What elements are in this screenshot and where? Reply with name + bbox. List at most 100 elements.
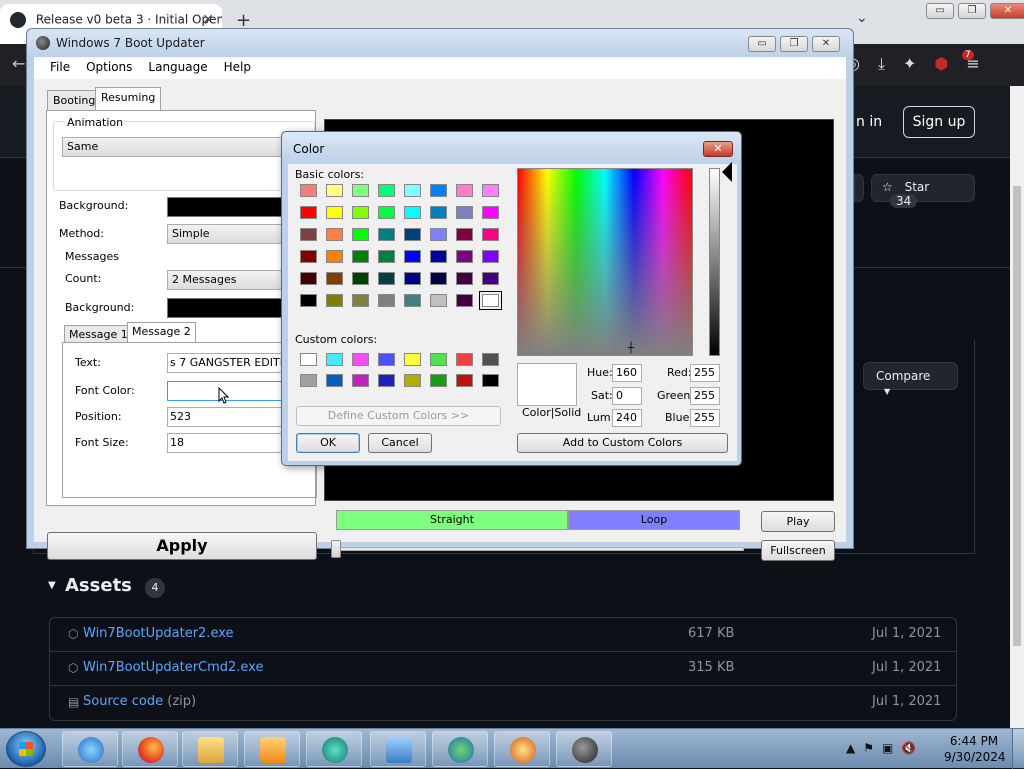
add-to-custom-colors-button[interactable]: Add to Custom Colors [517,433,728,453]
basic-color-swatch[interactable] [378,206,395,219]
app-maximize-button[interactable]: ❐ [780,36,808,52]
puzzle-icon[interactable]: ✦ [903,54,916,74]
tab-resuming[interactable]: Resuming [95,87,162,111]
basic-color-swatch[interactable] [482,228,499,241]
animation-select[interactable]: Same [62,137,316,157]
asset-link[interactable]: Win7BootUpdater2.exe [83,626,234,641]
basic-color-swatch[interactable] [430,294,447,307]
basic-color-swatch[interactable] [352,184,369,197]
custom-color-swatch[interactable] [326,374,343,387]
basic-color-swatch[interactable] [300,294,317,307]
taskbar-flame-app[interactable] [494,731,550,767]
menu-options[interactable]: Options [78,57,140,79]
apply-button[interactable]: Apply [47,532,317,560]
close-tab-icon[interactable]: ✕ [202,12,214,28]
asset-link[interactable]: Win7BootUpdaterCmd2.exe [83,660,264,675]
taskbar-downloader[interactable] [432,731,488,767]
taskbar-boot-updater[interactable] [556,731,612,767]
basic-color-swatch[interactable] [456,250,473,263]
fullscreen-button[interactable]: Fullscreen [761,540,835,561]
app-close-button[interactable]: ✕ [812,36,840,52]
basic-color-swatch[interactable] [430,206,447,219]
color-dialog-close-button[interactable]: ✕ [703,141,733,157]
app-titlebar[interactable]: Windows 7 Boot Updater ▭ ❐ ✕ [27,29,853,57]
custom-color-swatch[interactable] [378,353,395,366]
basic-color-swatch[interactable] [378,294,395,307]
menu-file[interactable]: File [42,57,78,79]
tab-booting[interactable]: Booting [47,90,102,110]
sign-in-link[interactable]: n in [856,114,882,130]
color-dialog-titlebar[interactable]: Color ✕ [282,132,741,164]
basic-color-swatch[interactable] [352,272,369,285]
basic-color-swatch[interactable] [404,206,421,219]
basic-color-swatch[interactable] [456,272,473,285]
basic-color-swatch[interactable] [378,272,395,285]
basic-color-swatch[interactable] [482,272,499,285]
basic-color-swatch[interactable] [404,294,421,307]
basic-color-swatch[interactable] [482,184,499,197]
browser-restore-button[interactable]: ❐ [958,3,986,19]
basic-color-swatch[interactable] [352,250,369,263]
basic-color-swatch[interactable] [300,184,317,197]
taskbar-app-circle[interactable] [306,731,362,767]
straight-segment[interactable]: Straight [336,510,568,530]
timeline-slider-track[interactable] [337,547,744,551]
network-icon[interactable]: ▣ [882,741,893,755]
lum-input[interactable]: 240 [612,409,642,427]
custom-color-swatch[interactable] [430,374,447,387]
back-arrow-icon[interactable]: ← [12,54,25,73]
tab-message-1[interactable]: Message 1 [64,325,133,343]
sat-input[interactable]: 0 [612,387,642,405]
star-button[interactable]: ☆ Star 34 [871,174,975,208]
custom-color-swatch[interactable] [456,353,473,366]
luminosity-slider[interactable] [709,168,720,356]
custom-color-swatch[interactable] [326,353,343,366]
start-button[interactable] [6,731,46,767]
color-spectrum[interactable] [517,168,693,356]
taskbar-clock[interactable]: 6:44 PM 9/30/2024 [944,733,1006,765]
menu-help[interactable]: Help [216,57,259,79]
action-center-flag-icon[interactable]: ⚑ [863,741,874,755]
basic-color-swatch[interactable] [326,294,343,307]
basic-color-swatch[interactable] [430,250,447,263]
custom-color-swatch[interactable] [430,353,447,366]
custom-color-swatch[interactable] [300,353,317,366]
basic-color-swatch[interactable] [482,250,499,263]
custom-color-swatch[interactable] [404,374,421,387]
custom-color-swatch[interactable] [456,374,473,387]
basic-color-swatch[interactable] [326,272,343,285]
taskbar-media-player[interactable] [244,731,300,767]
basic-color-swatch[interactable] [352,294,369,307]
custom-color-swatch[interactable] [482,374,499,387]
basic-color-swatch[interactable] [404,184,421,197]
browser-close-button[interactable]: ✕ [990,3,1024,19]
basic-color-swatch[interactable] [404,250,421,263]
basic-color-swatch[interactable] [326,228,343,241]
compare-button[interactable]: Compare ▼ [863,362,958,396]
basic-color-swatch[interactable] [300,228,317,241]
basic-color-swatch[interactable] [326,184,343,197]
volume-muted-icon[interactable]: 🔇 [901,741,916,755]
basic-color-swatch[interactable] [456,294,473,307]
basic-color-swatch[interactable] [430,272,447,285]
basic-color-swatch[interactable] [482,206,499,219]
tab-search-chevron-icon[interactable]: ⌄ [856,10,868,26]
basic-color-swatch[interactable] [456,184,473,197]
taskbar-firefox[interactable] [122,731,178,767]
assets-toggle-icon[interactable]: ▼ [48,580,56,591]
tray-show-hidden-icon[interactable]: ▲ [846,741,855,755]
basic-color-swatch[interactable] [378,228,395,241]
custom-color-swatch[interactable] [300,374,317,387]
basic-color-swatch[interactable] [352,206,369,219]
basic-color-swatch[interactable] [326,206,343,219]
basic-color-swatch[interactable] [430,184,447,197]
cancel-button[interactable]: Cancel [368,433,432,453]
sign-up-button[interactable]: Sign up [903,106,975,138]
blue-input[interactable]: 255 [690,409,720,427]
app-minimize-button[interactable]: ▭ [748,36,776,52]
custom-color-swatch[interactable] [404,353,421,366]
page-scrollbar[interactable] [1010,86,1024,728]
basic-color-swatch[interactable] [300,206,317,219]
basic-color-swatch[interactable] [479,291,502,310]
menu-language[interactable]: Language [140,57,215,79]
